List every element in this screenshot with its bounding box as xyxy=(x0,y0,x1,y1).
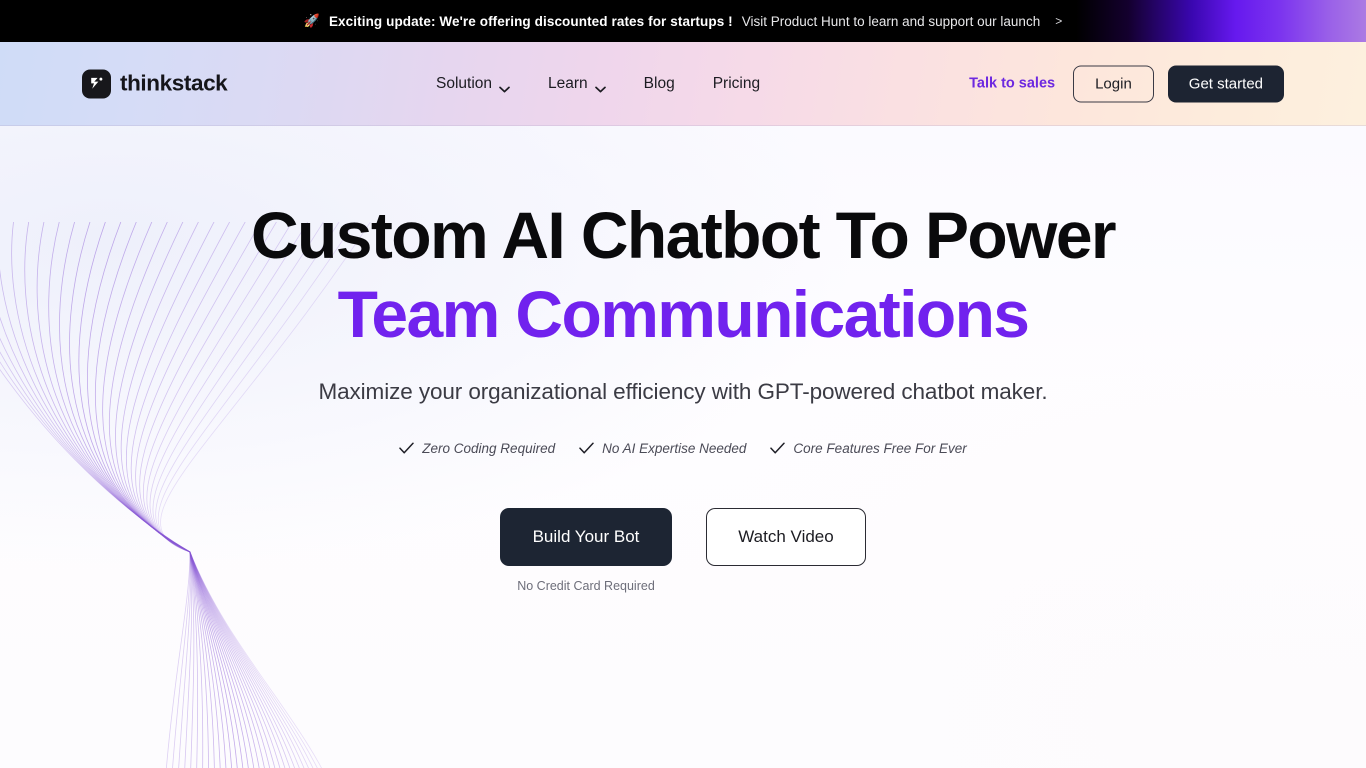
no-credit-card-note: No Credit Card Required xyxy=(517,579,655,594)
feature-item: No AI Expertise Needed xyxy=(579,441,746,456)
get-started-button[interactable]: Get started xyxy=(1167,65,1284,102)
feature-label: Zero Coding Required xyxy=(422,441,556,457)
announcement-content[interactable]: 🚀 Exciting update: We're offering discou… xyxy=(304,14,1062,29)
hero-title-line1: Custom AI Chatbot To Power xyxy=(250,198,1117,272)
rocket-icon: 🚀 xyxy=(303,12,320,28)
hero-section: Custom AI Chatbot To Power Team Communic… xyxy=(0,126,1366,768)
logo-text: thinkstack xyxy=(120,70,228,96)
nav-label-pricing: Pricing xyxy=(712,74,761,92)
chevron-down-icon xyxy=(499,80,510,93)
announcement-banner[interactable]: 🚀 Exciting update: We're offering discou… xyxy=(0,0,1366,42)
feature-label: Core Features Free For Ever xyxy=(793,441,967,457)
login-button[interactable]: Login xyxy=(1073,65,1154,102)
nav-item-blog[interactable]: Blog xyxy=(644,69,675,99)
nav-label-blog: Blog xyxy=(643,74,675,92)
main-nav: Solution Learn Blog Pricing xyxy=(436,69,760,99)
hero-subtitle: Maximize your organizational efficiency … xyxy=(318,379,1048,405)
header-actions: Talk to sales Login Get started xyxy=(969,65,1284,102)
primary-cta-wrapper: Build Your Bot No Credit Card Required xyxy=(500,508,672,593)
feature-item: Core Features Free For Ever xyxy=(770,441,967,457)
hero-content: Custom AI Chatbot To Power Team Communic… xyxy=(0,126,1366,593)
hero-feature-list: Zero Coding Required No AI Expertise Nee… xyxy=(0,441,1366,456)
build-your-bot-button[interactable]: Build Your Bot xyxy=(500,508,672,567)
nav-item-learn[interactable]: Learn xyxy=(548,69,606,99)
nav-label-learn: Learn xyxy=(548,74,588,92)
watch-video-button[interactable]: Watch Video xyxy=(706,508,866,567)
announcement-rest-text: Visit Product Hunt to learn and support … xyxy=(741,13,1041,29)
check-icon xyxy=(579,442,594,455)
announcement-bold-text: Exciting update: We're offering discount… xyxy=(328,13,733,29)
logo[interactable]: thinkstack xyxy=(82,69,228,98)
check-icon xyxy=(399,442,415,455)
page-title: Custom AI Chatbot To Power Team Communic… xyxy=(0,196,1366,353)
nav-item-solution[interactable]: Solution xyxy=(436,69,510,99)
nav-label-solution: Solution xyxy=(436,74,493,92)
chevron-down-icon xyxy=(594,80,606,93)
nav-item-pricing[interactable]: Pricing xyxy=(713,69,760,99)
feature-item: Zero Coding Required xyxy=(399,441,555,456)
site-header: thinkstack Solution Learn Blog Pricing T… xyxy=(0,42,1366,126)
hero-title-line2: Team Communications xyxy=(337,276,1030,351)
hero-cta-group: Build Your Bot No Credit Card Required W… xyxy=(0,508,1366,593)
talk-to-sales-link[interactable]: Talk to sales xyxy=(969,76,1055,92)
check-icon xyxy=(770,442,786,455)
feature-label: No AI Expertise Needed xyxy=(602,441,747,457)
thinkstack-mark-icon xyxy=(82,69,111,98)
announcement-arrow-icon[interactable]: > xyxy=(1055,14,1062,28)
